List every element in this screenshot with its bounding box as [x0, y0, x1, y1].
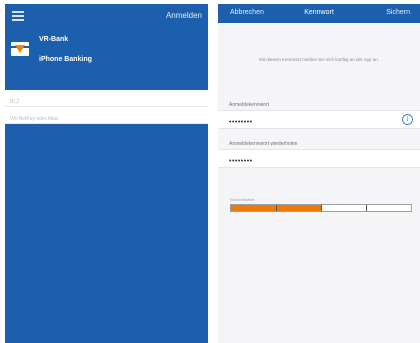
login-form: [5, 90, 208, 127]
strength-label: Kennwortstärke: [230, 198, 255, 202]
strength-segment-divider: [321, 205, 322, 211]
password-strength: Kennwortstärke: [218, 196, 420, 212]
navigation-bar: Abbrechen Kennwort Sichern: [218, 4, 420, 23]
strength-segment-divider: [276, 205, 277, 211]
netkey-input[interactable]: [5, 111, 208, 127]
info-icon[interactable]: i: [402, 114, 413, 125]
password-screen: Abbrechen Kennwort Sichern Mit diesem Ke…: [218, 4, 420, 343]
menu-icon[interactable]: [12, 11, 24, 21]
password-label: Anmeldekennwort: [229, 102, 270, 108]
login-screen: Anmelden VR-Bank iPhone Banking: [5, 4, 208, 343]
app-name: iPhone Banking: [39, 56, 92, 63]
strength-segment-divider: [366, 205, 367, 211]
netkey-row: [5, 107, 208, 127]
bank-name: VR-Bank: [39, 36, 69, 43]
password-repeat-section: Anmeldekennwort wiederholen: [218, 140, 420, 170]
blz-row: [5, 90, 208, 110]
login-header: Anmelden VR-Bank iPhone Banking: [5, 4, 208, 90]
bank-logo-icon: [11, 42, 29, 56]
info-text: Mit diesem Kennwort melden Sie sich künf…: [258, 57, 380, 62]
login-button[interactable]: Anmelden: [166, 11, 202, 20]
strength-meter: [230, 204, 412, 212]
password-row: i: [218, 110, 420, 131]
password-section: Anmeldekennwort i: [218, 101, 420, 131]
password-input[interactable]: [218, 114, 420, 131]
password-repeat-label: Anmeldekennwort wiederholen: [229, 141, 298, 147]
save-button[interactable]: Sichern: [386, 9, 410, 16]
password-repeat-input[interactable]: [218, 153, 420, 170]
password-repeat-row: [218, 149, 420, 170]
